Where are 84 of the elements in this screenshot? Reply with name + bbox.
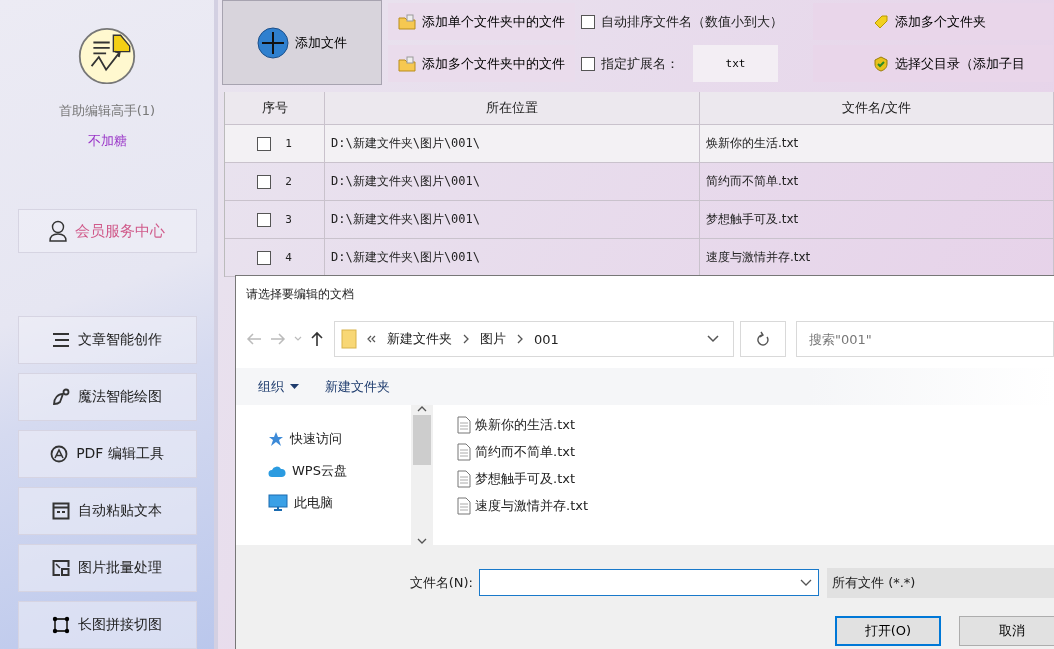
computer-icon (268, 494, 288, 512)
checkbox[interactable] (257, 212, 272, 227)
checkbox[interactable] (257, 174, 272, 189)
menu-lines-icon (52, 332, 70, 348)
up-arrow-icon[interactable] (310, 331, 324, 347)
add-file-button[interactable]: 添加文件 (222, 0, 382, 85)
dialog-title: 请选择要编辑的文档 (245, 285, 355, 303)
column-header: 文件名/文件 (700, 92, 1054, 124)
double-chevron-icon (367, 334, 377, 344)
nav-item[interactable]: 此电脑 (268, 493, 411, 513)
option-label: 指定扩展名： (601, 54, 679, 73)
nav-item[interactable]: WPS云盘 (268, 461, 411, 481)
tag-icon (873, 13, 889, 30)
cancel-button[interactable]: 取消 (959, 615, 1054, 646)
folder-icon (341, 329, 357, 349)
app-name: 首助编辑高手(1) (58, 102, 156, 121)
check-shield-icon (873, 55, 889, 72)
folder-icon (398, 55, 416, 72)
filename-field[interactable] (479, 569, 819, 596)
open-button[interactable]: 打开(O) (835, 615, 941, 646)
tool-button[interactable]: 图片批量处理 (17, 544, 197, 592)
row-number: 4 (285, 251, 292, 264)
tool-button[interactable]: PDF 编辑工具 (17, 430, 197, 478)
file-item[interactable]: 梦想触手可及.txt (457, 469, 589, 488)
filename-label: 文件名(N): (408, 573, 474, 592)
checkbox[interactable] (257, 136, 272, 151)
checkbox[interactable] (257, 250, 272, 265)
scroll-down-icon[interactable] (417, 537, 427, 545)
tool-button[interactable]: 自动粘贴文本 (17, 487, 197, 535)
option-label: 自动排序文件名（数值小到大） (601, 12, 783, 31)
table-cell: D:\新建文件夹\图片\001\ (325, 163, 700, 200)
table-cell: 焕新你的生活.txt (700, 125, 1054, 162)
extension-field[interactable]: txt (693, 45, 778, 82)
logo-icon (76, 28, 138, 85)
image-frame-icon (52, 559, 70, 577)
row-number: 3 (285, 213, 292, 226)
user-icon (49, 220, 67, 243)
table-cell: D:\新建文件夹\图片\001\ (325, 125, 700, 162)
refresh-button[interactable] (740, 321, 786, 357)
row-number: 1 (285, 137, 292, 150)
organize-menu[interactable]: 组织 (258, 377, 299, 396)
new-folder-button[interactable]: 新建文件夹 (325, 377, 390, 396)
nav-item[interactable]: 快速访问 (268, 429, 411, 449)
user-name: 不加糖 (87, 132, 127, 151)
scroll-up-icon[interactable] (417, 405, 427, 413)
cloud-icon (268, 464, 286, 478)
tool-button[interactable]: 魔法智能绘图 (17, 373, 197, 421)
breadcrumb[interactable]: 新建文件夹 (387, 330, 452, 348)
checkbox[interactable] (581, 14, 595, 29)
address-bar[interactable]: 新建文件夹 图片 001 (334, 321, 734, 357)
file-item[interactable]: 速度与激情并存.txt (457, 496, 589, 515)
column-header: 序号 (225, 92, 325, 124)
scrollbar[interactable] (411, 405, 433, 545)
folder-icon (398, 13, 416, 30)
table-cell: 简约而不简单.txt (700, 163, 1054, 200)
chevron-right-icon (516, 334, 524, 344)
row-number: 2 (285, 175, 292, 188)
dropdown-caret-icon (800, 578, 812, 587)
breadcrumb[interactable]: 001 (534, 331, 559, 347)
column-header: 所在位置 (325, 92, 700, 124)
search-field[interactable]: 搜索"001" (796, 321, 1054, 357)
document-icon (457, 415, 471, 434)
file-item[interactable]: 焕新你的生活.txt (457, 415, 589, 434)
tool-button[interactable]: 长图拼接切图 (17, 601, 197, 649)
brush-icon (52, 388, 70, 406)
plus-icon (257, 26, 289, 59)
breadcrumb[interactable]: 图片 (480, 330, 506, 348)
circle-a-icon (50, 445, 69, 463)
tool-button[interactable]: 文章智能创作 (17, 316, 197, 364)
file-item[interactable]: 简约而不简单.txt (457, 442, 589, 461)
document-icon (457, 496, 471, 515)
dropdown-caret-icon[interactable] (707, 335, 719, 343)
window-icon (52, 502, 70, 520)
table-cell: D:\新建文件夹\图片\001\ (325, 201, 700, 238)
refresh-icon (756, 331, 770, 347)
crop-frame-icon (52, 616, 70, 634)
chevron-right-icon (462, 334, 470, 344)
document-icon (457, 442, 471, 461)
checkbox[interactable] (581, 56, 595, 71)
table-cell: 梦想触手可及.txt (700, 201, 1054, 238)
document-icon (457, 469, 471, 488)
caret-icon (290, 383, 299, 390)
pin-star-icon (268, 431, 284, 447)
file-type-dropdown[interactable]: 所有文件 (*.*) (827, 567, 1054, 598)
